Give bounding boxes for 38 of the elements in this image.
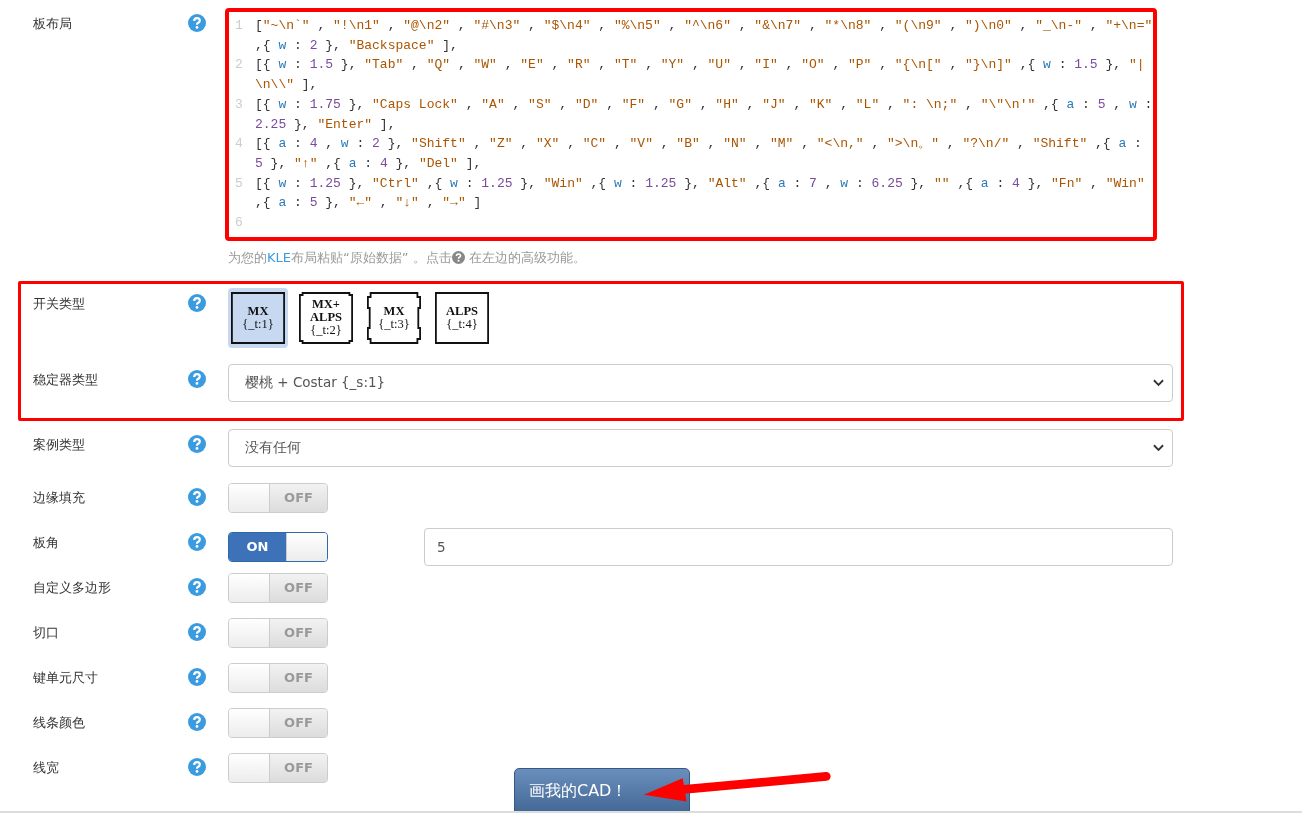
field-label: 边缘填充 xyxy=(33,488,86,507)
radius-field[interactable]: 5 xyxy=(423,527,1173,566)
switch-option[interactable]: MX {_t:1} xyxy=(228,287,288,348)
code-line: [{ a : 4 , w : 2 }, "Shift" , "Z" , "X" , "C" , "V" , "B" , "N" , "M" , "<\n," , ">\n。" , "?\n/" , "Shift" ,{ a : 5 }, "↑" ,{ a : 4 }, "Del" ], xyxy=(255,135,1143,173)
code-editor[interactable] xyxy=(225,8,1157,241)
code-line: [{ w : 1.25 }, "Ctrl" ,{ w : 1.25 }, "Win" ,{ w : 1.25 }, "Alt" ,{ a : 7 , w : 6.25 }, "" ,{ a : 4 }, "Fn" , "Win" ,{ a : 5 }, "←" , "↓" , "→" ] xyxy=(255,174,1146,213)
dropdown[interactable]: 樱桃 + Costar {_s:1} xyxy=(228,363,1173,402)
help-icon[interactable] xyxy=(188,757,206,776)
toggle-switch[interactable]: ON xyxy=(228,531,328,562)
code-line: ["~\n`" , "!\n1" , "@\n2" , "#\n3" , "$\n4" , "%\n5" , "^\n6" , "&\n7" , "*\n8" , "(\n9" , ")\n0" , "_\n-" , "+\n=" ,{ w : 2 }, "Backspace" ], xyxy=(255,17,1153,55)
help-icon xyxy=(451,250,465,264)
help-icon[interactable] xyxy=(188,487,206,506)
field-label: 稳定器类型 xyxy=(33,370,99,389)
code-line: [{ w : 1.75 }, "Caps Lock" , "A" , "S" , "D" , "F" , "G" , "H" , "J" , "K" , "L" , ": \n;" , "\"\n'" ,{ a : 5 , w : 2.25 }, "Enter" ], xyxy=(255,95,1153,134)
help-icon[interactable] xyxy=(188,532,206,551)
chevron-icon xyxy=(1153,378,1164,387)
help-icon[interactable] xyxy=(188,14,206,32)
hint-text: 为您的KLE布局粘贴“原始数据” 。点击 在左边的高级功能。 xyxy=(228,248,587,267)
help-icon[interactable] xyxy=(188,667,206,686)
help-icon[interactable] xyxy=(188,369,206,388)
field-label: 线宽 xyxy=(33,758,60,777)
code-line: [{ w : 1.5 }, "Tab" , "Q" , "W" , "E" , "R" , "T" , "Y" , "U" , "I" , "O" , "P" , "{\n[" , "}\n]" ,{ w : 1.5 }, "|\n\\" ], xyxy=(255,56,1146,95)
chevron-icon xyxy=(1153,443,1164,452)
help-icon[interactable] xyxy=(188,712,206,731)
kle-link[interactable]: KLE xyxy=(267,249,291,265)
field-label: 自定义多边形 xyxy=(33,578,112,597)
field-label: 板布局 xyxy=(33,15,73,33)
field-label: 切口 xyxy=(33,623,60,642)
help-icon[interactable] xyxy=(188,622,206,641)
field-label: 线条颜色 xyxy=(33,713,86,732)
field-label: 案例类型 xyxy=(33,435,86,454)
help-icon[interactable] xyxy=(188,434,206,453)
field-label: 键单元尺寸 xyxy=(33,668,99,687)
field-label: 开关类型 xyxy=(33,294,86,313)
dropdown[interactable]: 没有任何 xyxy=(228,428,1173,467)
help-icon[interactable] xyxy=(188,293,206,312)
field-label: 板角 xyxy=(33,533,60,552)
help-icon[interactable] xyxy=(188,577,206,596)
